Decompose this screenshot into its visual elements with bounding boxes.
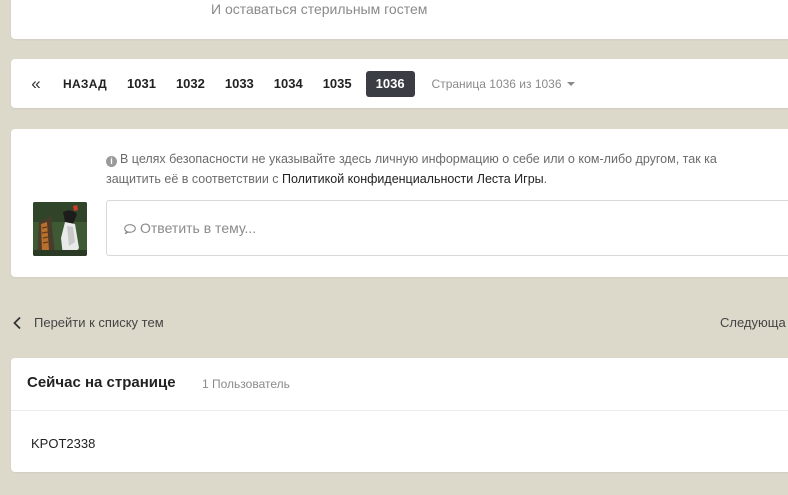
pagination-bar: « НАЗАД 1031 1032 1033 1034 1035 1036 Ст… (11, 59, 788, 108)
page-link-1031[interactable]: 1031 (117, 71, 166, 97)
current-page[interactable]: 1036 (365, 70, 415, 97)
page-info-text: Страница 1036 из 1036 (431, 76, 562, 91)
page-link-1035[interactable]: 1035 (313, 71, 362, 97)
page-jump-dropdown[interactable]: Страница 1036 из 1036 (432, 77, 575, 91)
online-users-card: Сейчас на странице 1 Пользователь KPOT23… (11, 358, 788, 472)
privacy-notice: iВ целях безопасности не указывайте здес… (106, 149, 717, 189)
page-link-1032[interactable]: 1032 (166, 71, 215, 97)
post-text-fragment: И оставаться стерильным гостем (211, 1, 428, 17)
online-users-count: 1 Пользователь (202, 377, 290, 391)
notice-text-line2: защитить её в соответствии с (106, 172, 283, 186)
previous-post-card: И оставаться стерильным гостем (11, 0, 788, 39)
chevron-left-icon (13, 316, 21, 329)
page-link-1033[interactable]: 1033 (215, 71, 264, 97)
privacy-policy-link[interactable]: Политикой конфиденциальности Леста Игры (282, 172, 544, 186)
info-icon: i (106, 156, 117, 167)
reply-placeholder-text: Ответить в тему... (140, 220, 257, 236)
online-users-header: Сейчас на странице 1 Пользователь (11, 358, 788, 411)
online-users-title: Сейчас на странице (27, 374, 176, 391)
caret-down-icon (566, 82, 575, 87)
online-user-link[interactable]: KPOT2338 (31, 436, 95, 451)
reply-card: iВ целях безопасности не указывайте здес… (11, 129, 788, 277)
notice-end: . (543, 172, 548, 186)
reply-input[interactable]: Ответить в тему... (106, 200, 788, 256)
reply-placeholder: Ответить в тему... (124, 220, 256, 236)
notice-text: В целях безопасности не указывайте здесь… (120, 152, 717, 166)
next-topic-link[interactable]: Следующа (720, 315, 786, 330)
avatar[interactable] (33, 202, 87, 256)
pagination-row: « НАЗАД 1031 1032 1033 1034 1035 1036 Ст… (11, 59, 575, 108)
page-link-1034[interactable]: 1034 (264, 71, 313, 97)
back-to-topics-link[interactable]: Перейти к списку тем (12, 315, 164, 330)
back-to-topics-label: Перейти к списку тем (34, 315, 164, 330)
speech-bubble-icon (124, 224, 136, 234)
avatar-image (33, 202, 87, 256)
first-page-button[interactable]: « (11, 74, 61, 94)
prev-page-button[interactable]: НАЗАД (61, 77, 117, 91)
